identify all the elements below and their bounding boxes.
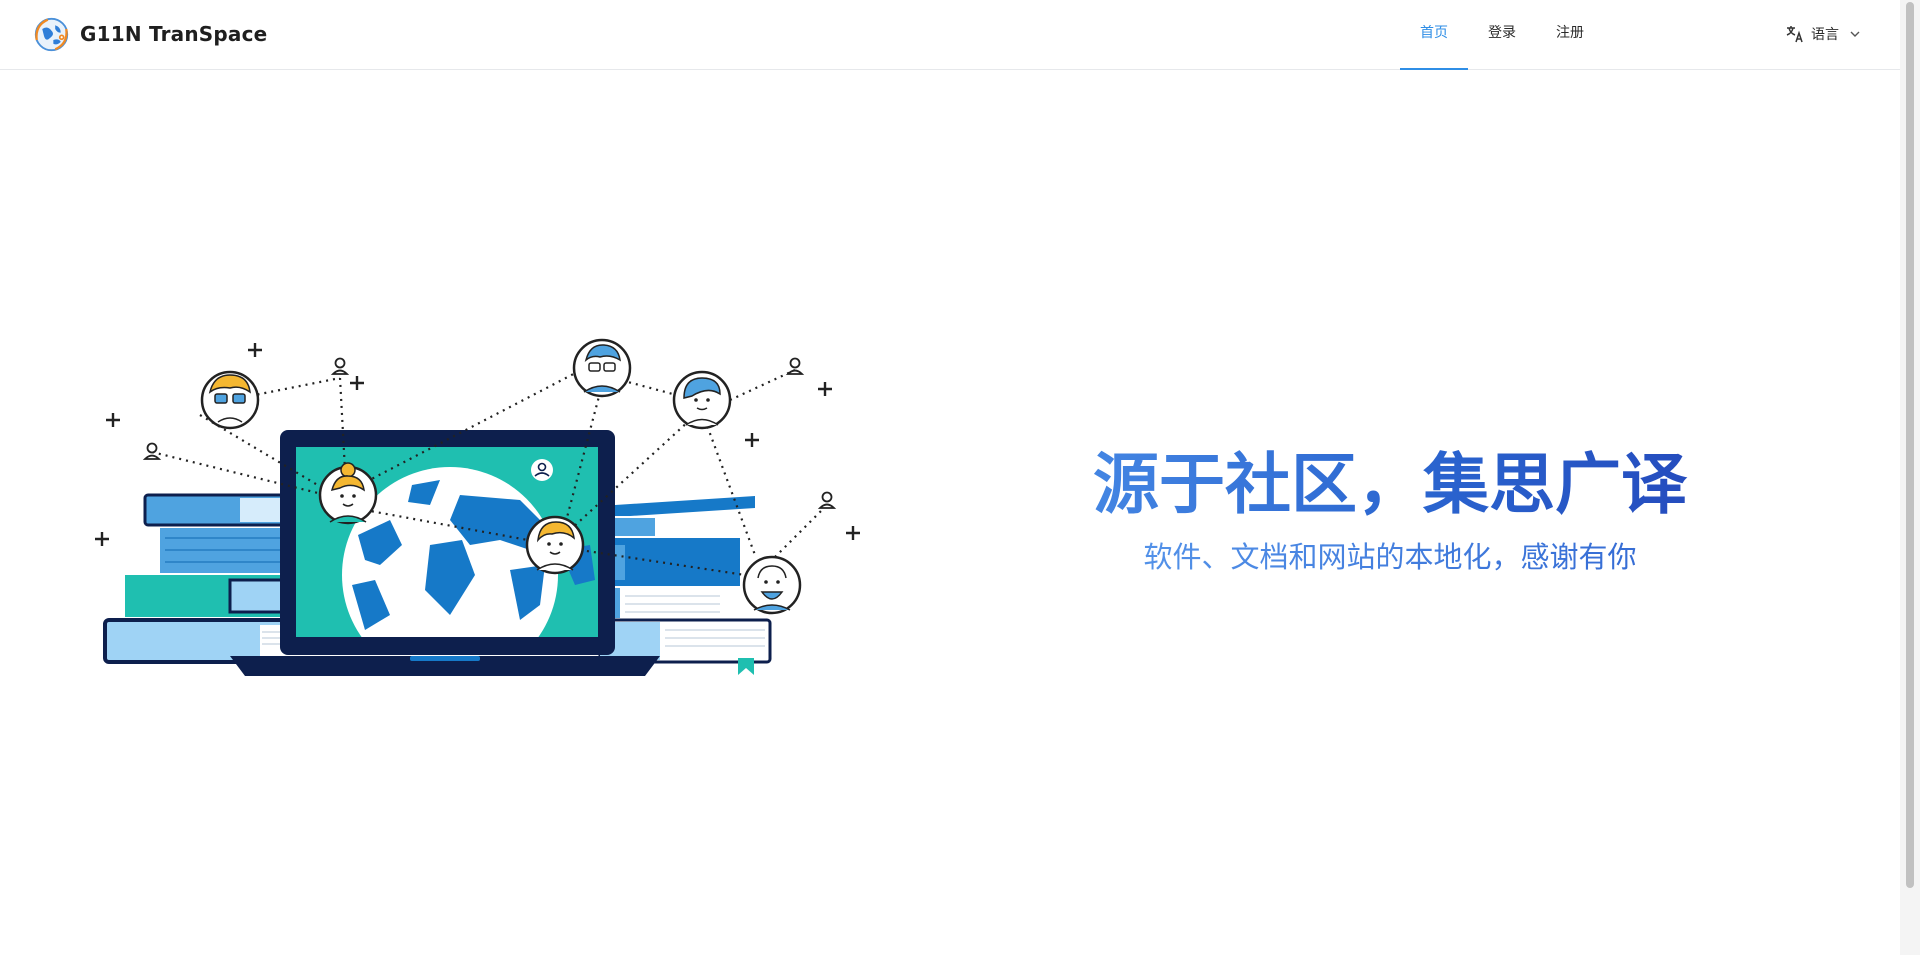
laptop [230, 430, 660, 676]
hero-title: 源于社区，集思广译 [1000, 445, 1780, 525]
nav-register[interactable]: 注册 [1536, 0, 1604, 69]
language-label: 语言 [1811, 27, 1839, 43]
scrollbar-thumb[interactable] [1906, 2, 1914, 888]
chevron-down-icon [1850, 31, 1860, 37]
avatar-man-glasses [572, 338, 632, 398]
nav-login[interactable]: 登录 [1468, 0, 1536, 69]
main-nav: 首页 登录 注册 [1400, 0, 1604, 70]
avatar-woman-blue-hair [672, 370, 732, 430]
top-nav-bar: G11N TranSpace 首页 登录 注册 语言 [0, 0, 1900, 70]
brand-name: G11N TranSpace [80, 22, 268, 46]
language-selector[interactable]: 语言 [1785, 22, 1861, 46]
avatar-man-yellow-hair [525, 515, 585, 575]
globe-logo-icon [34, 17, 69, 51]
nav-home[interactable]: 首页 [1400, 0, 1468, 70]
book-stack-left [103, 493, 307, 664]
brand[interactable]: G11N TranSpace [33, 15, 267, 53]
avatar-glasses-yellow-hair [200, 370, 260, 430]
community-translation-illustration [95, 338, 860, 676]
avatar-man-beard [742, 555, 802, 615]
page-scrollbar[interactable] [1900, 0, 1920, 955]
hero-subtitle: 软件、文档和网站的本地化，感谢有你 [1000, 539, 1780, 575]
hero-section: 源于社区，集思广译 软件、文档和网站的本地化，感谢有你 [1000, 445, 1780, 575]
translate-icon [1786, 26, 1803, 43]
